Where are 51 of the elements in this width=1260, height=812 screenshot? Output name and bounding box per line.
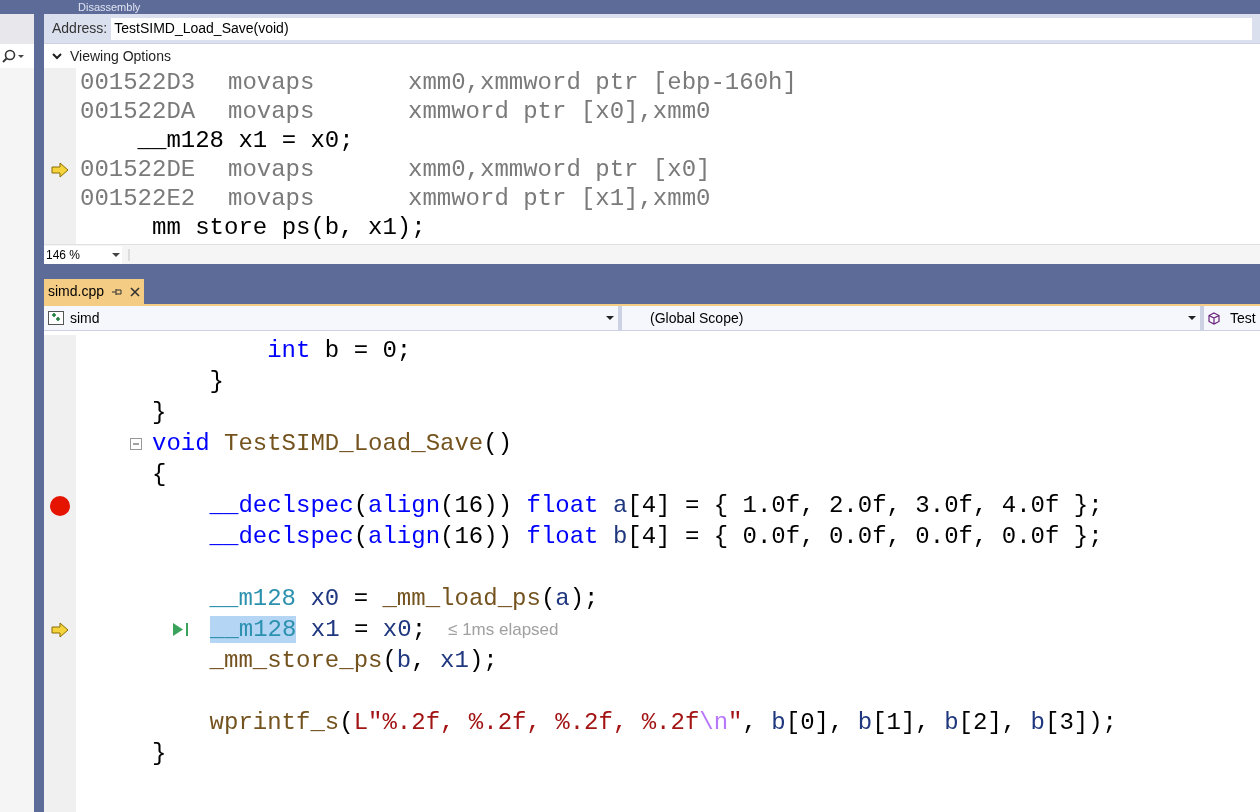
code-line: {	[152, 460, 167, 490]
address-field[interactable]: TestSIMD_Load_Save(void)	[111, 17, 1252, 40]
instruction-operands: xmmword ptr [x1],xmm0	[408, 184, 711, 213]
project-icon	[48, 311, 64, 325]
panel-title-bar	[0, 0, 34, 14]
member-dropdown[interactable]: Test	[1204, 306, 1260, 330]
instruction-operands: xmmword ptr [x0],xmm0	[408, 97, 711, 126]
run-to-click-icon[interactable]	[172, 622, 190, 637]
close-icon[interactable]	[130, 286, 141, 297]
pin-icon[interactable]	[112, 287, 123, 296]
instruction-address: 001522D3	[80, 68, 197, 97]
elapsed-time-hint: ≤ 1ms elapsed	[448, 619, 559, 641]
instruction-address: 001522E2	[80, 184, 197, 213]
source-line: __m128 x1 = x0;	[136, 126, 354, 155]
cube-icon	[1208, 311, 1220, 325]
instruction-operands: xmm0,xmmword ptr [ebp-160h]	[408, 68, 797, 97]
search-icon[interactable]	[2, 49, 16, 63]
dropdown-caret-icon	[112, 252, 120, 257]
code-line: __m128 x1 = x0;	[210, 615, 427, 645]
chevron-down-icon	[52, 52, 62, 60]
code-line: }	[152, 739, 167, 769]
instruction-mnemonic: movaps	[228, 184, 316, 213]
code-line: __declspec(align(16)) float a[4] = { 1.0f, 2.0f, 3.0f, 4.0f };	[208, 491, 1103, 521]
instruction-mnemonic: movaps	[228, 68, 316, 97]
code-line: void TestSIMD_Load_Save()	[152, 429, 513, 459]
code-line: _mm_store_ps(b, x1);	[208, 646, 498, 676]
code-line: __declspec(align(16)) float b[4] = { 0.0f, 0.0f, 0.0f, 0.0f };	[208, 522, 1103, 552]
panel-toolbar	[0, 14, 34, 44]
instruction-address: 001522DA	[80, 97, 197, 126]
instruction-mnemonic: movaps	[228, 97, 316, 126]
window-title: Disassembly	[78, 0, 141, 14]
code-line: }	[208, 367, 224, 397]
source-line: mm store ps(b, x1);	[151, 213, 426, 242]
dropdown-caret-icon[interactable]	[18, 54, 24, 58]
collapse-icon[interactable]	[130, 437, 142, 450]
code-line: int b = 0;	[266, 336, 412, 366]
code-line: wprintf_s(L"%.2f, %.2f, %.2f, %.2f\n", b[0], b[1], b[2], b[3]);	[208, 708, 1117, 738]
address-label: Address:	[52, 19, 108, 38]
viewing-options-toggle[interactable]: Viewing Options	[52, 45, 171, 67]
breakpoint-icon[interactable]	[50, 495, 70, 516]
code-line: __m128 x0 = _mm_load_ps(a);	[208, 584, 599, 614]
file-tab[interactable]: simd.cpp	[44, 279, 145, 304]
dropdown-caret-icon	[1188, 316, 1196, 320]
instruction-operands: xmm0,xmmword ptr [x0]	[408, 155, 711, 184]
zoom-dropdown[interactable]: 146 %	[44, 245, 122, 264]
instruction-address: 001522DE	[80, 155, 197, 184]
current-line-arrow-icon	[51, 621, 69, 638]
current-instruction-arrow-icon	[51, 161, 69, 178]
dropdown-caret-icon	[606, 316, 614, 320]
instruction-mnemonic: movaps	[228, 155, 316, 184]
code-line: }	[152, 398, 167, 428]
